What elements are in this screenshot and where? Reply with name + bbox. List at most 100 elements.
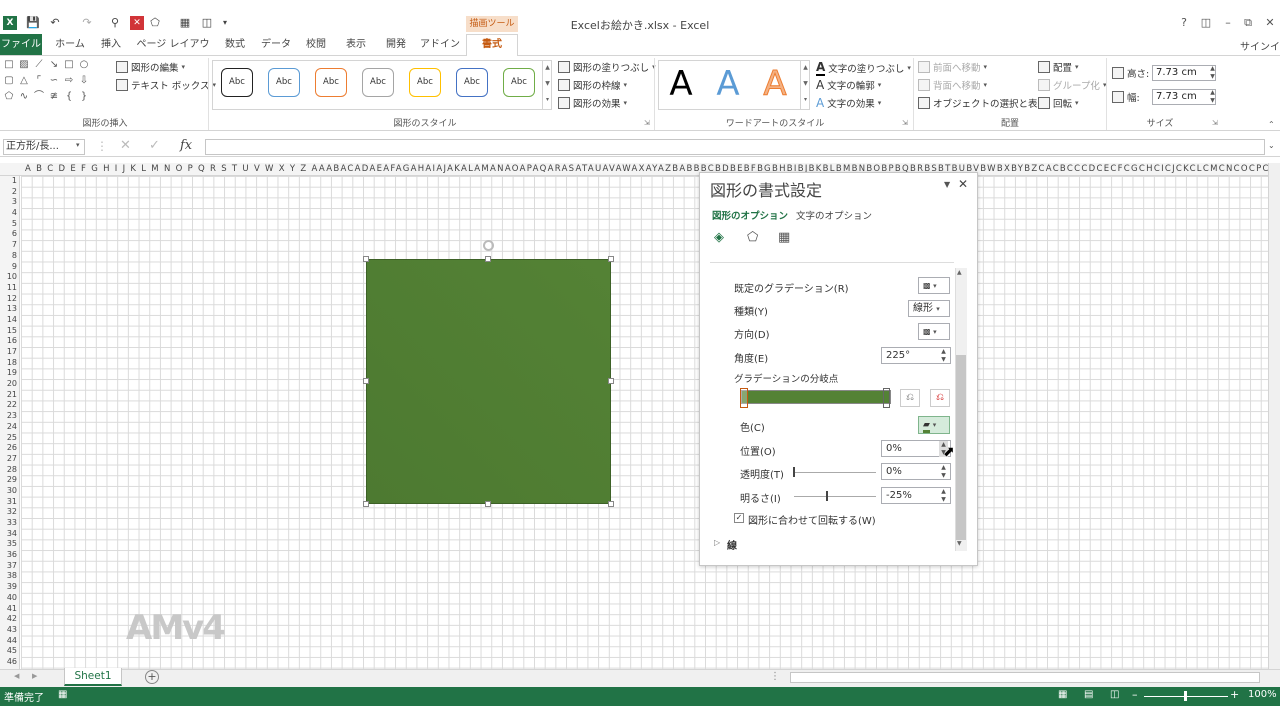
row-header[interactable]: 4: [0, 208, 19, 219]
resize-handle-top-left[interactable]: [363, 256, 369, 262]
row-header[interactable]: 17: [0, 347, 19, 358]
down-arrow-shape-icon[interactable]: ⇩: [79, 76, 89, 86]
row-header[interactable]: 37: [0, 561, 19, 572]
brightness-spinner[interactable]: ▲ ▼: [939, 488, 948, 504]
angle-spinner[interactable]: ▲ ▼: [939, 348, 948, 364]
pane-options-icon[interactable]: ▼: [944, 180, 950, 189]
page-break-view-icon[interactable]: ◫: [1110, 689, 1119, 700]
line-shape-icon[interactable]: ⟋: [34, 60, 44, 70]
tab-text-options[interactable]: 文字のオプション: [796, 208, 872, 222]
window-close-icon[interactable]: ✕: [1260, 16, 1280, 30]
ribbon-display-icon[interactable]: ◫: [1196, 16, 1216, 30]
tab-split-handle[interactable]: ⋮: [770, 671, 780, 682]
enter-icon[interactable]: ✓: [149, 138, 160, 153]
shape-style-4[interactable]: Abc: [362, 68, 394, 97]
dialog-launcher-icon[interactable]: ⇲: [902, 119, 908, 127]
scribble-shape-icon[interactable]: ≇: [49, 92, 59, 102]
zoom-out-icon[interactable]: –: [1132, 688, 1138, 701]
resize-handle-left[interactable]: [363, 378, 369, 384]
zoom-in-icon[interactable]: +: [1230, 688, 1239, 701]
print-preview-icon[interactable]: ◫: [200, 16, 214, 30]
tab-review[interactable]: 校閲: [300, 34, 332, 55]
tab-data[interactable]: データ: [258, 34, 294, 55]
row-header[interactable]: 44: [0, 636, 19, 647]
sheet-tab-sheet1[interactable]: Sheet1: [64, 668, 122, 686]
row-header[interactable]: 19: [0, 368, 19, 379]
row-header[interactable]: 29: [0, 475, 19, 486]
expand-line-icon[interactable]: ▷: [714, 538, 720, 547]
gradient-type-dropdown[interactable]: 線形 ▾: [908, 300, 950, 317]
height-input[interactable]: 7.73 cm: [1152, 65, 1216, 81]
prev-sheet-icon[interactable]: ◀: [14, 672, 19, 680]
curve-connector-icon[interactable]: ∽: [49, 76, 59, 86]
color-picker-button[interactable]: ▰ ▾: [918, 416, 950, 434]
row-header[interactable]: 2: [0, 187, 19, 198]
row-header[interactable]: 7: [0, 240, 19, 251]
undo-icon[interactable]: ↶: [48, 16, 62, 30]
tab-insert[interactable]: 挿入: [96, 34, 126, 55]
transparency-slider-track[interactable]: [794, 472, 876, 473]
freeform-shape-icon[interactable]: ∿: [19, 92, 29, 102]
pane-scroll-thumb[interactable]: [956, 355, 966, 540]
tab-page-layout[interactable]: ページ レイアウト: [136, 34, 210, 71]
search-icon[interactable]: ⚲: [108, 16, 122, 30]
row-header[interactable]: 46: [0, 657, 19, 668]
row-header[interactable]: 23: [0, 411, 19, 422]
column-headers[interactable]: A B C D E F G H I J K L M N O P Q R S T …: [0, 163, 1268, 176]
line-section-header[interactable]: 線: [727, 537, 737, 552]
row-header[interactable]: 20: [0, 379, 19, 390]
wordart-style-2[interactable]: A: [708, 60, 748, 108]
send-backward-button[interactable]: 背面へ移動 ▾: [918, 78, 987, 92]
row-header[interactable]: 14: [0, 315, 19, 326]
gradient-stops-bar[interactable]: [741, 390, 891, 404]
row-header[interactable]: 21: [0, 390, 19, 401]
signin-link[interactable]: サインイ: [1240, 38, 1280, 53]
wordart-gallery-scroll[interactable]: ▲ ▼ ▾: [800, 60, 810, 110]
resize-handle-top-right[interactable]: [608, 256, 614, 262]
gallery-scroll[interactable]: ▲ ▼ ▾: [542, 60, 552, 110]
row-header[interactable]: 39: [0, 582, 19, 593]
row-header[interactable]: 31: [0, 497, 19, 508]
horizontal-scrollbar[interactable]: [790, 672, 1260, 683]
left-brace-shape-icon[interactable]: {: [64, 92, 74, 102]
restore-icon[interactable]: ⧉: [1238, 16, 1258, 30]
row-header[interactable]: 43: [0, 625, 19, 636]
elbow-connector-icon[interactable]: ⌜: [34, 76, 44, 86]
pane-scroll-down-icon[interactable]: ▼: [957, 540, 962, 547]
row-header[interactable]: 34: [0, 529, 19, 540]
brightness-slider-track[interactable]: [794, 496, 876, 497]
row-header[interactable]: 35: [0, 539, 19, 550]
tab-shape-options[interactable]: 図形のオプション: [712, 208, 788, 222]
rounded-rect-shape-icon[interactable]: ▢: [4, 76, 14, 86]
shape-style-1[interactable]: Abc: [221, 68, 253, 97]
row-header[interactable]: 3: [0, 197, 19, 208]
row-header[interactable]: 45: [0, 646, 19, 657]
close-file-icon[interactable]: ✕: [130, 16, 144, 30]
zoom-slider-thumb[interactable]: [1184, 691, 1187, 701]
direction-dropdown[interactable]: ▩ ▾: [918, 323, 950, 340]
dialog-launcher-icon[interactable]: ⇲: [644, 119, 650, 127]
preset-gradient-dropdown[interactable]: ▩ ▾: [918, 277, 950, 294]
width-input[interactable]: 7.73 cm: [1152, 89, 1216, 105]
insert-function-icon[interactable]: fx: [180, 138, 192, 153]
arrow-line-shape-icon[interactable]: ↘: [49, 60, 59, 70]
add-stop-icon[interactable]: ⎌: [900, 389, 920, 407]
textbox-shape-icon[interactable]: ▨: [19, 60, 29, 70]
bring-forward-button[interactable]: 前面へ移動 ▾: [918, 60, 987, 74]
expand-formula-icon[interactable]: ⌄: [1268, 141, 1275, 150]
worksheet-grid[interactable]: [21, 176, 1268, 669]
row-header[interactable]: 5: [0, 219, 19, 230]
customize-qat-icon[interactable]: ▾: [218, 16, 232, 30]
text-effects-button[interactable]: A 文字の効果 ▾: [816, 96, 881, 110]
tab-developer[interactable]: 開発: [380, 34, 412, 55]
resize-handle-bottom-right[interactable]: [608, 501, 614, 507]
rotate-button[interactable]: 回転 ▾: [1038, 96, 1079, 110]
resize-handle-top[interactable]: [485, 256, 491, 262]
shape-style-2[interactable]: Abc: [268, 68, 300, 97]
shape-style-3[interactable]: Abc: [315, 68, 347, 97]
form-icon[interactable]: ▦: [178, 16, 192, 30]
tab-addins[interactable]: アドイン: [418, 34, 462, 55]
row-header[interactable]: 10: [0, 272, 19, 283]
add-sheet-icon[interactable]: +: [145, 670, 159, 684]
size-properties-icon[interactable]: ▦: [778, 230, 790, 245]
